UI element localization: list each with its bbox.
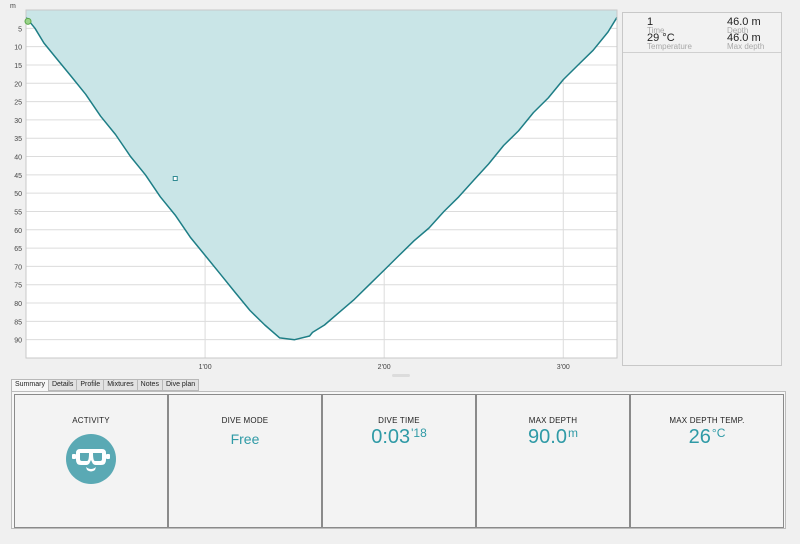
dive-mode-label: DIVE MODE <box>221 416 269 425</box>
y-tick-label: 70 <box>14 264 22 271</box>
max-depth-number: 90.0 <box>528 426 567 448</box>
max-depth-card: MAX DEPTH 90.0m <box>476 394 630 528</box>
sample-info-header: 1 46.0 m Time Depth 29 °C 46.0 m Tempera… <box>623 13 781 53</box>
tab-mixtures[interactable]: Mixtures <box>103 379 138 391</box>
dive-time-card: DIVE TIME 0:03'18 <box>322 394 476 528</box>
temperature-label: Temperature <box>647 42 692 51</box>
tab-dive-plan[interactable]: Dive plan <box>161 379 200 391</box>
summary-panel: ACTIVITY DIVE MODE Free DIVE TIME 0:03'1… <box>11 391 786 529</box>
y-tick-label: 75 <box>14 283 22 290</box>
panel-splitter-handle[interactable] <box>392 374 410 377</box>
dive-mode-card: DIVE MODE Free <box>168 394 322 528</box>
max-depth-card-value: 90.0m <box>477 426 629 449</box>
y-tick-label: 15 <box>14 63 22 70</box>
y-tick-label: 60 <box>14 228 22 235</box>
dive-mode-value: Free <box>230 431 260 447</box>
dive-time-label: DIVE TIME <box>378 416 420 425</box>
max-depth-unit: m <box>567 426 578 440</box>
y-tick-label: 30 <box>14 118 22 125</box>
x-tick-label: 2'00 <box>378 364 391 371</box>
dive-time-main: 0:03 <box>371 426 411 448</box>
x-tick-label: 1'00 <box>199 364 212 371</box>
max-depth-temp-card: MAX DEPTH TEMP. 26°C <box>630 394 784 528</box>
dive-profile-chart[interactable]: 5 10 15 20 25 30 35 40 45 50 55 60 65 70 75 80 85 90 1'00 2… <box>0 0 622 372</box>
max-depth-temp-number: 26 <box>688 426 711 448</box>
dive-start-marker <box>24 17 32 25</box>
dive-time-seconds: '18 <box>411 426 427 440</box>
dive-tab-bar: Summary Details Profile Mixtures Notes D… <box>11 379 200 392</box>
max-depth-temp-unit: °C <box>711 426 726 440</box>
y-tick-label: 10 <box>14 45 22 52</box>
depth-unit-label: m <box>10 3 16 10</box>
y-tick-label: 50 <box>14 191 22 198</box>
y-tick-label: 45 <box>14 173 22 180</box>
x-tick-label: 3'00 <box>557 364 570 371</box>
y-tick-label: 35 <box>14 136 22 143</box>
y-tick-label: 20 <box>14 81 22 88</box>
y-tick-label: 5 <box>18 26 22 33</box>
sample-info-panel: 1 46.0 m Time Depth 29 °C 46.0 m Tempera… <box>622 12 782 366</box>
tab-notes[interactable]: Notes <box>136 379 163 391</box>
max-depth-label: Max depth <box>727 42 765 51</box>
max-depth-card-label: MAX DEPTH <box>528 416 578 425</box>
max-depth-temp-value: 26°C <box>631 426 783 449</box>
y-tick-label: 40 <box>14 155 22 162</box>
y-tick-label: 80 <box>14 301 22 308</box>
y-tick-label: 55 <box>14 209 22 216</box>
tab-details[interactable]: Details <box>47 379 78 391</box>
y-tick-label: 25 <box>14 100 22 107</box>
max-depth-temp-label: MAX DEPTH TEMP. <box>669 416 745 425</box>
activity-label: ACTIVITY <box>72 416 110 425</box>
y-tick-label: 85 <box>14 319 22 326</box>
y-tick-label: 90 <box>14 338 22 345</box>
activity-card: ACTIVITY <box>14 394 168 528</box>
tab-profile[interactable]: Profile <box>76 379 105 391</box>
dive-time-value: 0:03'18 <box>323 426 475 449</box>
y-tick-label: 65 <box>14 246 22 253</box>
diving-mask-icon <box>66 434 116 484</box>
sample-cursor-marker[interactable] <box>172 176 178 182</box>
